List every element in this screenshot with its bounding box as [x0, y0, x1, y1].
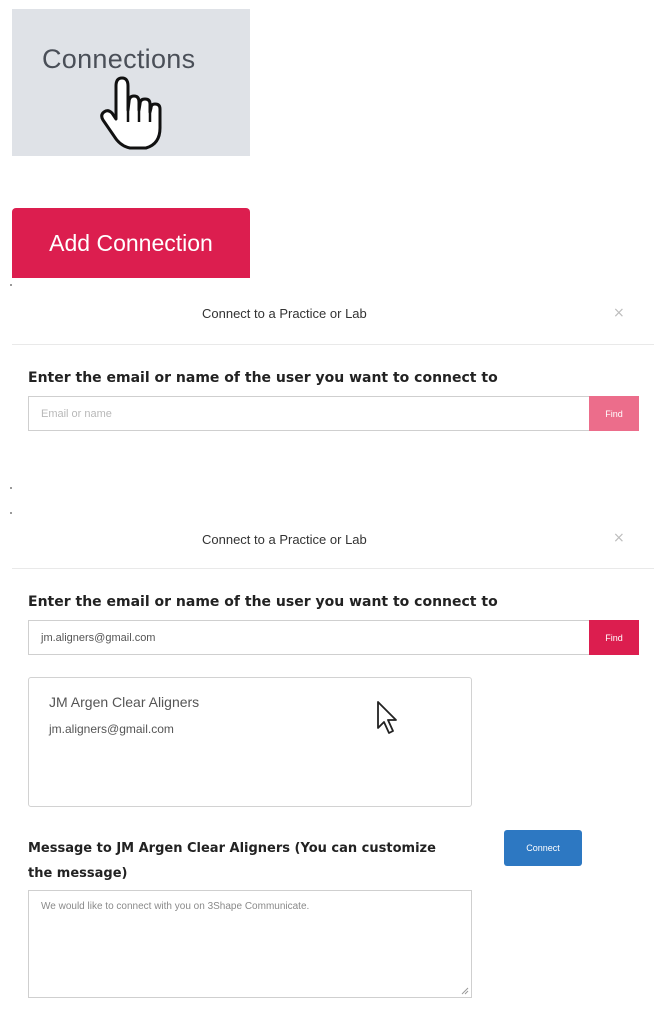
connections-label: Connections: [42, 44, 196, 74]
search-input[interactable]: jm.aligners@gmail.com: [28, 620, 590, 655]
dialog2-header-divider: [12, 568, 654, 569]
dialog1-header-divider: [12, 344, 654, 345]
add-connection-button[interactable]: Add Connection: [12, 208, 250, 278]
artifact-dot: [10, 284, 12, 286]
close-icon[interactable]: ×: [613, 305, 625, 321]
hand-pointer-icon: [100, 76, 162, 150]
artifact-dot: [10, 487, 12, 489]
dialog2-title: Connect to a Practice or Lab: [202, 532, 367, 547]
message-text: We would like to connect with you on 3Sh…: [41, 901, 310, 912]
connect-button[interactable]: Connect: [504, 830, 582, 866]
result-email: jm.aligners@gmail.com: [49, 722, 174, 736]
dialog1-prompt: Enter the email or name of the user you …: [28, 370, 498, 386]
message-label: Message to JM Argen Clear Aligners (You …: [28, 841, 436, 881]
result-name: JM Argen Clear Aligners: [49, 694, 200, 710]
message-textarea[interactable]: We would like to connect with you on 3Sh…: [28, 890, 472, 998]
search-placeholder: Email or name: [41, 407, 112, 420]
artifact-dot: [10, 512, 12, 514]
close-icon[interactable]: ×: [613, 530, 625, 546]
arrow-cursor-icon: [377, 701, 397, 734]
search-value: jm.aligners@gmail.com: [41, 631, 156, 644]
search-result-card[interactable]: JM Argen Clear Aligners jm.aligners@gmai…: [28, 677, 472, 807]
dialog2-prompt: Enter the email or name of the user you …: [28, 594, 498, 610]
find-button[interactable]: Find: [589, 620, 639, 655]
find-button-disabled[interactable]: Find: [589, 396, 639, 431]
resize-grip-icon[interactable]: [461, 987, 469, 995]
dialog1-title: Connect to a Practice or Lab: [202, 306, 367, 321]
search-input[interactable]: Email or name: [28, 396, 590, 431]
